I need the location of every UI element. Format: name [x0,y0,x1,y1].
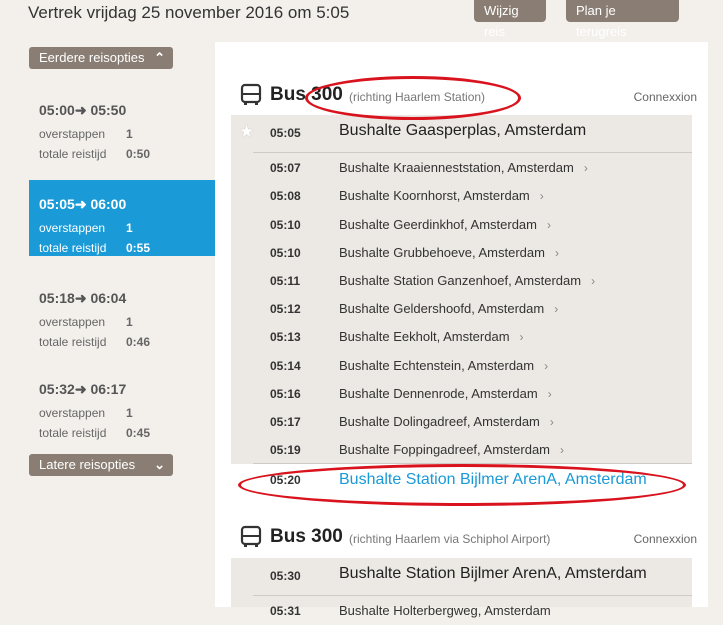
chevron-right-icon: › [591,274,596,288]
trip-option-selected[interactable]: 05:05➜ 06:00 overstappen 1 totale reistij… [29,180,227,256]
stops-list: 05:30 Bushalte Station Bijlmer ArenA, Am… [231,558,692,618]
chevron-right-icon: › [583,161,588,175]
route-direction: (richting Haarlem Station) [349,90,486,104]
option-times: 05:32➜ 06:17 [39,381,127,397]
chevron-right-icon: › [539,189,544,203]
arrow-right-icon: ➜ [74,102,87,118]
divider [253,595,692,596]
route-name: Bus 300 [270,84,343,105]
divider [253,152,692,153]
route-operator: Connexxion [633,532,697,546]
stop-arrival-box: 05:20 Bushalte Station Bijlmer ArenA, Am… [231,464,692,502]
chevron-right-icon: › [519,330,524,344]
route-header: Bus 300 (richting Haarlem Station) Conne… [239,83,699,113]
trip-option[interactable]: 05:00➜ 05:50 overstappen 1 totale reistij… [29,86,218,162]
chevron-down-icon: ⌄ [154,457,165,472]
later-options-button[interactable]: Latere reisopties ⌄ [29,454,173,476]
stop-row[interactable]: 05:19 Bushalte Foppingadreef, Amsterdam › [231,436,692,464]
route-operator: Connexxion [633,90,697,104]
route-direction: (richting Haarlem via Schiphol Airport) [349,532,551,546]
route-name: Bus 300 [270,526,343,547]
plan-return-button[interactable]: Plan je terugreis [566,0,679,39]
chevron-up-icon: ⌃ [154,50,165,65]
option-times: 05:00➜ 05:50 [39,102,127,118]
bus-icon [240,525,262,547]
route-details: Bus 300 (richting Haarlem Station) Conne… [215,42,708,618]
chevron-right-icon: › [554,246,559,260]
arrow-right-icon: ➜ [74,196,87,212]
chevron-right-icon: › [547,387,552,401]
earlier-options-button[interactable]: Eerdere reisopties ⌃ [29,47,173,69]
stop-row[interactable]: 05:10 Bushalte Geerdinkhof, Amsterdam › [231,211,692,239]
arrow-right-icon: ➜ [74,381,87,397]
option-times: 05:05➜ 06:00 [39,196,127,212]
stop-row[interactable]: 05:13 Bushalte Eekholt, Amsterdam › [231,323,692,351]
stop-row[interactable]: 05:12 Bushalte Geldershoofd, Amsterdam › [231,295,692,323]
change-trip-button[interactable]: Wijzig reis [474,0,546,39]
earlier-options-label: Eerdere reisopties [39,50,145,65]
trip-option[interactable]: 05:18➜ 06:04 overstappen 1 totale reistij… [29,274,218,350]
stop-row[interactable]: 05:16 Bushalte Dennenrode, Amsterdam › [231,380,692,408]
stop-row[interactable]: 05:17 Bushalte Dolingadreef, Amsterdam › [231,408,692,436]
bus-icon [240,83,262,105]
chevron-right-icon: › [549,415,554,429]
stop-row[interactable]: 05:14 Bushalte Echtenstein, Amsterdam › [231,352,692,380]
chevron-right-icon: › [547,218,551,232]
stop-arrival[interactable]: 05:20 Bushalte Station Bijlmer ArenA, Am… [231,468,692,496]
route-header: Bus 300 (richting Haarlem via Schiphol A… [239,525,699,555]
stop-row[interactable]: 05:31 Bushalte Holterbergweg, Amsterdam [231,597,692,625]
chevron-right-icon: › [544,359,549,373]
header: Vertrek vrijdag 25 november 2016 om 5:05… [0,0,723,40]
trip-options-sidebar: Eerdere reisopties ⌃ 05:00➜ 05:50 overst… [0,40,227,607]
arrow-right-icon: ➜ [74,290,87,306]
stop-row[interactable]: 05:10 Bushalte Grubbehoeve, Amsterdam › [231,239,692,267]
chevron-right-icon: › [560,443,565,457]
scrollbar[interactable] [708,42,723,607]
later-options-label: Latere reisopties [39,457,136,472]
option-times: 05:18➜ 06:04 [39,290,127,306]
stops-list: ★ 05:05 Bushalte Gaasperplas, Amsterdam … [231,115,692,465]
stop-row[interactable]: 05:11 Bushalte Station Ganzenhoef, Amster… [231,267,692,295]
trip-option[interactable]: 05:32➜ 06:17 overstappen 1 totale reistij… [29,365,218,441]
stop-row[interactable]: 05:08 Bushalte Koornhorst, Amsterdam › [231,182,692,210]
stop-row[interactable]: 05:07 Bushalte Kraaienneststation, Amster… [231,154,692,182]
stop-departure[interactable]: ★ 05:05 Bushalte Gaasperplas, Amsterdam [231,117,692,145]
departure-title: Vertrek vrijdag 25 november 2016 om 5:05 [28,3,350,22]
star-icon[interactable]: ★ [239,122,254,142]
stop-departure[interactable]: 05:30 Bushalte Station Bijlmer ArenA, Am… [231,560,692,588]
chevron-right-icon: › [554,302,559,316]
